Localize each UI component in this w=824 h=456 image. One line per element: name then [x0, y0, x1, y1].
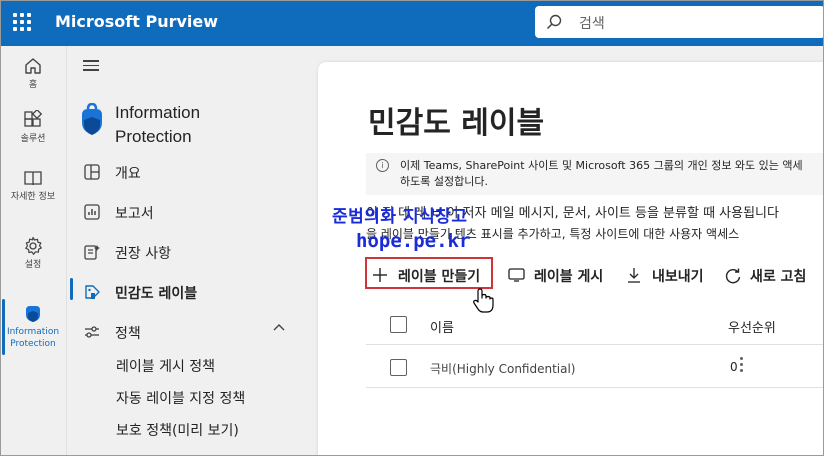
rail-item-label: 홈 [28, 80, 38, 90]
nav-pane: Information Protection 개요 보고서 권장 사항 민감도 … [67, 46, 317, 456]
highlight-box [365, 257, 493, 289]
app-launcher-icon[interactable] [13, 13, 31, 31]
nav-item-sensitivity-labels[interactable]: 민감도 레이블 [77, 278, 302, 306]
create-label-button[interactable]: 레이블 만들기 [365, 257, 493, 290]
app-name[interactable]: Microsoft Purview [55, 12, 218, 31]
nav-item-overview[interactable]: 개요 [77, 158, 302, 186]
search-icon [546, 14, 562, 30]
information-protection-icon [26, 306, 40, 322]
rail-item-learn[interactable]: 자세한 정보 [0, 168, 66, 203]
nav-item-policies[interactable]: 정책 [77, 318, 302, 346]
nav-subitem-label-publishing-policy[interactable]: 레이블 게시 정책 [116, 356, 215, 376]
rail-item-label: 솔루션 [20, 134, 46, 144]
nav-active-indicator [70, 278, 73, 300]
top-bar: Microsoft Purview 검색 [0, 0, 824, 46]
info-text-line1: 이제 Teams, SharePoint 사이트 및 Microsoft 365… [400, 159, 803, 172]
table-header: 이름 우선순위 [366, 308, 824, 345]
chevron-up-icon[interactable] [272, 322, 286, 332]
overview-icon [84, 164, 100, 180]
search-box[interactable]: 검색 [535, 6, 824, 38]
table-row[interactable]: 극비(Highly Confidential) 0 [366, 347, 824, 388]
search-input[interactable]: 검색 [579, 13, 605, 33]
sensitivity-label-icon [85, 285, 100, 299]
refresh-button[interactable]: 새로 고침 [718, 260, 818, 290]
publish-icon [508, 268, 525, 282]
publish-label-button[interactable]: 레이블 게시 [502, 260, 612, 290]
learn-icon [24, 171, 42, 186]
policy-icon [85, 326, 99, 338]
select-all-checkbox[interactable] [390, 316, 407, 333]
info-text-line2: 하도록 설정합니다. [400, 175, 488, 188]
home-icon [25, 58, 41, 74]
gear-icon [25, 236, 42, 255]
watermark-text: 준범의화 지식창고 [332, 207, 468, 227]
rail-item-solutions[interactable]: 솔루션 [0, 110, 66, 145]
refresh-icon [725, 268, 741, 284]
recommendations-icon [84, 245, 100, 260]
nav-item-label: 정책 [115, 326, 141, 342]
app-title-line1: Information [115, 103, 201, 122]
app-title-line2: Protection [115, 127, 192, 146]
column-header-name[interactable]: 이름 [430, 317, 454, 336]
reports-icon [84, 204, 100, 220]
row-checkbox[interactable] [390, 359, 407, 376]
rail-item-home[interactable]: 홈 [0, 56, 66, 91]
export-button[interactable]: 내보내기 [620, 260, 712, 290]
label-priority: 0 [730, 360, 738, 374]
rail-item-label: 설정 [24, 260, 42, 270]
nav-item-label: 보고서 [115, 206, 154, 222]
main-content: 민감도 레이블 i 이제 Teams, SharePoint 사이트 및 Mic… [318, 62, 824, 456]
nav-item-recommendations[interactable]: 권장 사항 [77, 238, 302, 266]
rail-item-information-protection[interactable]: Information Protection [0, 303, 66, 350]
nav-item-label: 민감도 레이블 [115, 286, 198, 302]
rail-item-label: 자세한 정보 [10, 192, 56, 202]
publish-label-button-label: 레이블 게시 [534, 269, 604, 285]
watermark-url: hope.pe.kr [356, 230, 471, 252]
column-header-priority[interactable]: 우선순위 [728, 317, 776, 336]
more-options-icon[interactable] [740, 357, 744, 375]
solutions-icon [24, 110, 43, 127]
download-icon [628, 268, 640, 283]
info-icon: i [376, 159, 389, 172]
nav-subitem-protection-policy[interactable]: 보호 정책(미리 보기) [116, 420, 239, 440]
nav-item-label: 개요 [115, 166, 141, 182]
app-title: Information Protection [115, 101, 200, 149]
page-title: 민감도 레이블 [368, 106, 545, 141]
label-name[interactable]: 극비(Highly Confidential) [430, 360, 576, 377]
hand-cursor-icon [473, 288, 494, 313]
hamburger-menu-icon[interactable] [83, 60, 99, 74]
information-protection-icon [82, 103, 102, 135]
refresh-button-label: 새로 고침 [750, 269, 807, 285]
nav-subitem-auto-labeling-policy[interactable]: 자동 레이블 지정 정책 [116, 388, 245, 408]
info-banner: i 이제 Teams, SharePoint 사이트 및 Microsoft 3… [366, 153, 824, 195]
rail-item-settings[interactable]: 설정 [0, 236, 66, 271]
nav-item-label: 권장 사항 [115, 246, 171, 262]
rail-item-label: Information Protection [6, 327, 60, 349]
left-rail: 홈 솔루션 자세한 정보 설정 Information Protection [0, 46, 67, 456]
export-button-label: 내보내기 [652, 269, 704, 285]
nav-item-reports[interactable]: 보고서 [77, 198, 302, 226]
